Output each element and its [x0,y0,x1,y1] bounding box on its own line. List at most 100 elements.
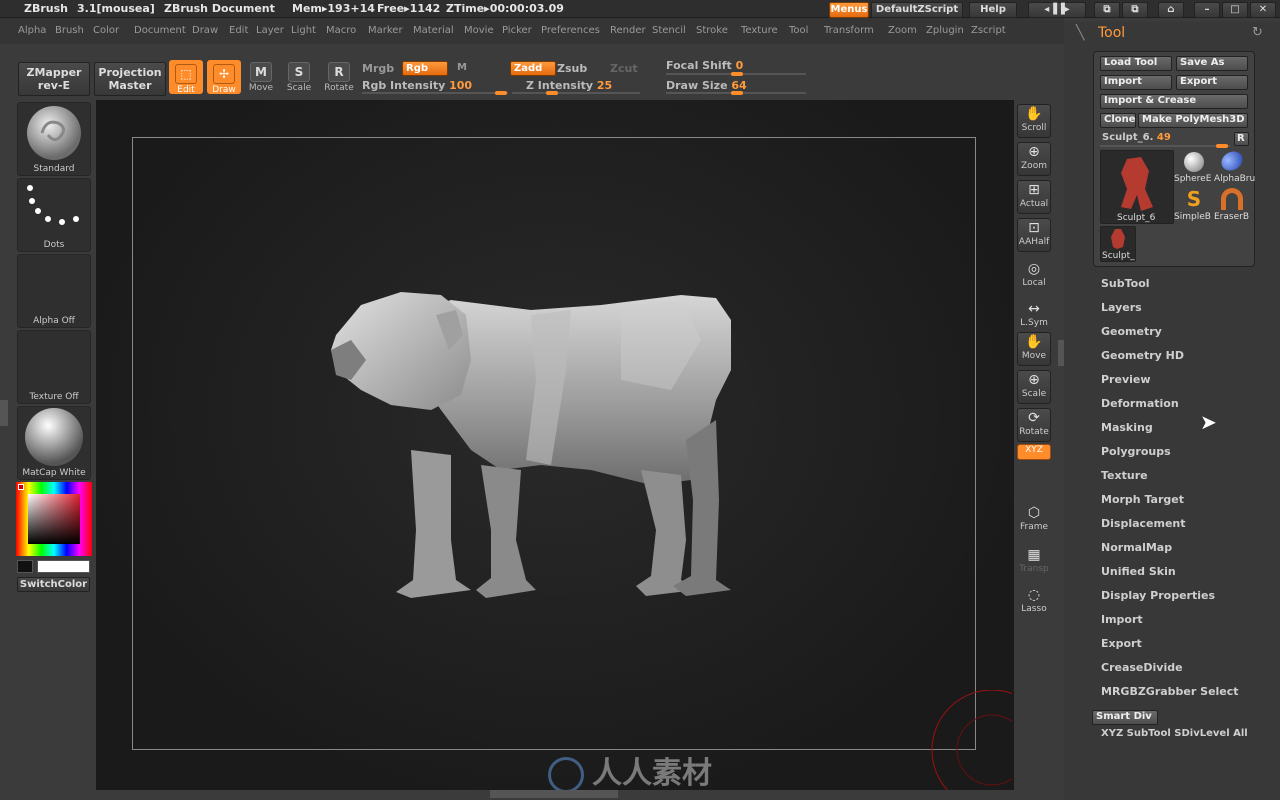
subpalette-unified-skin[interactable]: Unified Skin [1101,565,1176,578]
menu-layer[interactable]: Layer [256,25,284,36]
shelf-xyz-button[interactable]: XYZ [1017,444,1051,460]
rgb-intensity-track[interactable] [362,92,508,94]
secondary-color-swatch[interactable] [17,560,33,573]
menu-zscript[interactable]: Zscript [971,25,1006,36]
tool-thumb-simplebrush[interactable]: S SimpleB [1174,188,1212,224]
subpalette-preview[interactable]: Preview [1101,373,1151,386]
projection-master-button[interactable]: Projection Master [94,62,166,96]
default-zscript-button[interactable]: DefaultZScript [871,2,963,18]
brush-slot[interactable]: Standard [17,102,91,176]
move-button[interactable]: M Move [244,62,278,93]
menu-color[interactable]: Color [93,25,119,36]
subpalette-subtool[interactable]: SubTool [1101,277,1150,290]
shelf-local-button[interactable]: ◎ Local [1017,260,1051,294]
import-button[interactable]: Import [1100,75,1172,90]
zadd-toggle[interactable]: Zadd [510,61,556,76]
mrgb-toggle[interactable]: Mrgb [362,62,394,75]
menu-texture[interactable]: Texture [741,25,778,36]
menu-alpha[interactable]: Alpha [18,25,46,36]
xyz-subtool-row[interactable]: XYZ SubTool SDivLevel All [1101,728,1248,739]
subpalette-displacement[interactable]: Displacement [1101,517,1186,530]
menu-marker[interactable]: Marker [368,25,403,36]
menu-transform[interactable]: Transform [824,25,874,36]
subpalette-creasedivide[interactable]: CreaseDivide [1101,661,1183,674]
r-button[interactable]: R [1234,132,1249,146]
layout-one-icon[interactable]: ⧉ [1094,2,1120,18]
menu-light[interactable]: Light [291,25,316,36]
shelf-lsym-button[interactable]: ↔ L.Sym [1017,300,1051,334]
menu-preferences[interactable]: Preferences [541,25,600,36]
subpalette-layers[interactable]: Layers [1101,301,1142,314]
focal-shift-knob[interactable] [731,72,743,76]
shelf-aahalf-button[interactable]: ⊡ AAHalf [1017,218,1051,252]
layout-two-icon[interactable]: ⧉ [1122,2,1148,18]
shelf-move-button[interactable]: ✋ Move [1017,332,1051,366]
z-intensity-knob[interactable] [546,91,558,95]
menu-brush[interactable]: Brush [55,25,84,36]
subpalette-export[interactable]: Export [1101,637,1142,650]
pin-icon[interactable]: ╲ [1076,25,1084,41]
save-as-button[interactable]: Save As [1176,56,1248,71]
current-tool-track[interactable] [1100,145,1230,147]
close-icon[interactable]: ✕ [1250,2,1276,18]
maximize-icon[interactable]: □ [1222,2,1248,18]
menu-document[interactable]: Document [134,25,186,36]
document-canvas[interactable]: 人人素材 [96,100,1014,793]
edit-button[interactable]: ⬚ Edit [169,60,203,95]
refresh-icon[interactable]: ↻ [1252,25,1263,40]
menu-draw[interactable]: Draw [192,25,218,36]
tool-thumb-sculpt-small[interactable]: Sculpt_ [1100,226,1136,262]
color-square[interactable] [28,494,80,544]
lock-icon[interactable]: ⌂ [1158,2,1184,18]
help-button[interactable]: Help [969,2,1017,18]
menu-tool[interactable]: Tool [789,25,808,36]
focal-shift-slider[interactable]: Focal Shift 0 [666,59,743,72]
z-intensity-slider[interactable]: Z Intensity 25 [526,79,612,92]
current-tool-knob[interactable] [1216,144,1228,148]
left-tray-handle[interactable] [0,400,8,426]
subpalette-masking[interactable]: Masking [1101,421,1153,434]
smart-div-button[interactable]: Smart Div [1092,710,1158,725]
menus-button[interactable]: Menus [829,2,869,18]
subpalette-geometry-hd[interactable]: Geometry HD [1101,349,1184,362]
menu-picker[interactable]: Picker [502,25,532,36]
subpalette-import[interactable]: Import [1101,613,1143,626]
shelf-zoom-button[interactable]: ⊕ Zoom [1017,142,1051,176]
rotate-button[interactable]: R Rotate [322,62,356,93]
import-crease-button[interactable]: Import & Crease [1100,94,1248,109]
texture-slot[interactable]: Texture Off [17,330,91,404]
current-tool-slider[interactable]: Sculpt_6. 49 [1102,132,1171,143]
switch-color-button[interactable]: SwitchColor [17,577,90,592]
m-toggle[interactable]: M [457,62,467,73]
menu-material[interactable]: Material [413,25,454,36]
primary-color-swatch[interactable] [37,560,90,573]
subpalette-texture[interactable]: Texture [1101,469,1148,482]
menu-macro[interactable]: Macro [326,25,356,36]
shelf-actual-button[interactable]: ⊞ Actual [1017,180,1051,214]
subpalette-deformation[interactable]: Deformation [1101,397,1179,410]
bulldog-model[interactable] [321,280,811,610]
menu-stencil[interactable]: Stencil [652,25,686,36]
subpalette-polygroups[interactable]: Polygroups [1101,445,1171,458]
stroke-slot[interactable]: Dots [17,178,91,252]
menu-render[interactable]: Render [610,25,646,36]
subpalette-morph-target[interactable]: Morph Target [1101,493,1184,506]
make-polymesh-button[interactable]: Make PolyMesh3D [1138,113,1248,128]
subpalette-normalmap[interactable]: NormalMap [1101,541,1172,554]
menu-edit[interactable]: Edit [229,25,248,36]
tool-thumb-sphere[interactable]: SphereE [1174,150,1212,186]
rgb-toggle[interactable]: Rgb [402,61,448,76]
shelf-lasso-button[interactable]: ◌ Lasso [1017,586,1051,620]
draw-size-knob[interactable] [731,91,743,95]
material-slot[interactable]: MatCap White [17,406,91,480]
menu-zplugin[interactable]: Zplugin [926,25,964,36]
menu-movie[interactable]: Movie [464,25,494,36]
subpalette-mrgbzgrabber-select[interactable]: MRGBZGrabber Select [1101,685,1239,698]
draw-button[interactable]: ✢ Draw [207,60,241,95]
rgb-intensity-slider[interactable]: Rgb Intensity 100 [362,79,472,92]
shelf-frame-button[interactable]: ⬡ Frame [1017,504,1051,538]
tool-thumb-eraserbrush[interactable]: EraserB [1214,188,1250,224]
zcut-toggle[interactable]: Zcut [610,62,638,75]
menu-zoom[interactable]: Zoom [888,25,917,36]
shelf-transp-button[interactable]: ▦ Transp [1017,546,1051,580]
